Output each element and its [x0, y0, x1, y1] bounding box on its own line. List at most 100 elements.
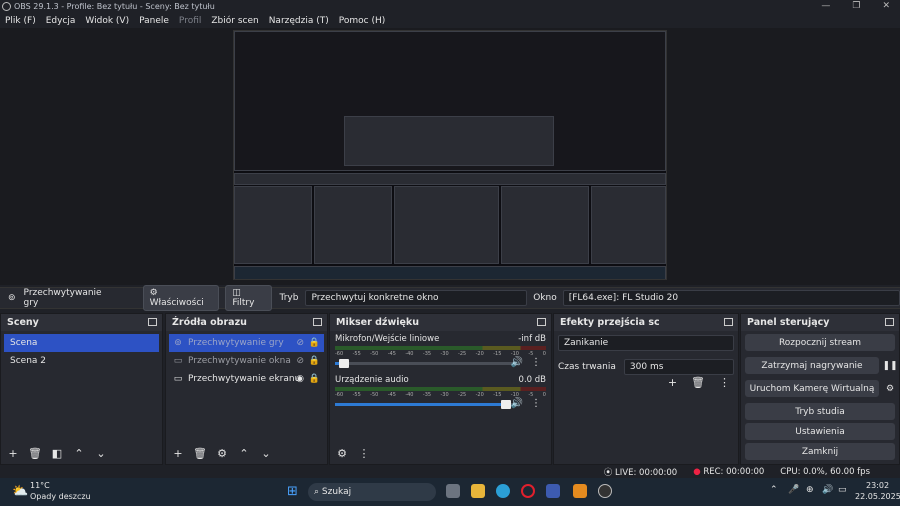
exit-button[interactable]: Zamknij — [745, 443, 895, 460]
duration-spinbox[interactable]: 300 ms — [623, 359, 734, 375]
more-icon[interactable]: ⋮ — [531, 357, 541, 368]
trash-icon[interactable]: 🗑 — [192, 447, 208, 460]
rec-status: ● REC: 00:00:00 — [693, 466, 765, 477]
volume-slider[interactable] — [335, 359, 515, 368]
more-icon[interactable]: ⋮ — [356, 447, 372, 460]
undock-icon[interactable] — [537, 318, 546, 326]
lock-icon[interactable]: 🔒 — [309, 374, 320, 384]
preview-canvas[interactable] — [233, 30, 667, 280]
undock-icon[interactable] — [313, 318, 322, 326]
controls-dock: Panel sterujący Rozpocznij stream Zatrzy… — [740, 313, 900, 465]
advanced-audio-icon[interactable]: ⚙ — [334, 447, 350, 460]
up-icon[interactable]: ⌃ — [71, 447, 87, 460]
window-icon: ▭ — [173, 356, 183, 366]
add-icon[interactable]: + — [170, 447, 186, 460]
audio-meter — [335, 346, 546, 350]
menu-tools[interactable]: Narzędzia (T) — [264, 16, 334, 26]
windows-start-icon[interactable]: ⊞ — [287, 484, 298, 499]
context-bar: ⊚ Przechwytywanie gry ⚙ Właściwości ◫ Fi… — [0, 285, 900, 311]
obs-logo-icon — [2, 2, 11, 11]
battery-icon[interactable]: ▭ — [838, 485, 847, 495]
more-icon[interactable]: ⋮ — [719, 376, 730, 389]
filter-icon[interactable]: ◧ — [49, 447, 65, 460]
lock-icon[interactable]: 🔒 — [309, 356, 320, 366]
up-icon[interactable]: ⌃ — [236, 447, 252, 460]
virtual-camera-button[interactable]: Uruchom Kamerę Wirtualną — [745, 380, 879, 397]
menu-file[interactable]: Plik (F) — [0, 16, 41, 26]
obs-taskbar-icon[interactable] — [598, 484, 612, 498]
close-icon[interactable]: ✕ — [882, 1, 890, 11]
taskbar-search[interactable]: ⌕ Szukaj — [308, 483, 436, 501]
window-select[interactable]: [FL64.exe]: FL Studio 20 — [562, 290, 900, 306]
hidden-icon[interactable]: ⊘ — [296, 338, 304, 348]
studio-mode-button[interactable]: Tryb studia — [745, 403, 895, 420]
source-item[interactable]: ⊚ Przechwytywanie gry ⊘ 🔒 — [169, 334, 324, 352]
hidden-icon[interactable]: ⊘ — [296, 356, 304, 366]
add-icon[interactable]: + — [5, 447, 21, 460]
scenes-title: Sceny — [7, 317, 39, 328]
volume-icon[interactable]: 🔊 — [822, 485, 833, 495]
menu-edit[interactable]: Edycja — [41, 16, 81, 26]
file-explorer-icon[interactable] — [471, 484, 485, 498]
menu-scene-collection[interactable]: Zbiór scen — [206, 16, 263, 26]
nested-controls — [591, 186, 666, 264]
nested-sources — [314, 186, 392, 264]
chevron-up-icon[interactable]: ⌃ — [770, 485, 778, 495]
maximize-icon[interactable]: ❐ — [852, 1, 860, 11]
undock-icon[interactable] — [885, 318, 894, 326]
sources-dock: Źródła obrazu ⊚ Przechwytywanie gry ⊘ 🔒 ▭ Pr… — [165, 313, 328, 465]
menu-help[interactable]: Pomoc (H) — [334, 16, 391, 26]
volume-slider[interactable] — [335, 400, 515, 409]
transition-select[interactable]: Zanikanie — [558, 335, 734, 351]
network-icon[interactable]: ⊕ — [806, 485, 814, 495]
filters-button[interactable]: ◫ Filtry — [225, 285, 272, 311]
start-stream-button[interactable]: Rozpocznij stream — [745, 334, 895, 351]
down-icon[interactable]: ⌄ — [93, 447, 109, 460]
down-icon[interactable]: ⌄ — [258, 447, 274, 460]
pause-icon[interactable]: ❚❚ — [881, 361, 899, 371]
menu-bar: Plik (F) Edycja Widok (V) Panele Profil … — [0, 13, 900, 28]
lock-icon[interactable]: 🔒 — [309, 338, 320, 348]
weather-icon[interactable]: ⛅ — [12, 484, 28, 499]
audio-meter — [335, 387, 546, 391]
controls-title: Panel sterujący — [747, 317, 830, 328]
undock-icon[interactable] — [148, 318, 157, 326]
scene-item[interactable]: Scena 2 — [4, 352, 159, 370]
source-item[interactable]: ▭ Przechwytywanie okna ⊘ 🔒 — [169, 352, 324, 370]
trash-icon[interactable]: 🗑 — [27, 447, 43, 460]
stop-recording-button[interactable]: Zatrzymaj nagrywanie — [745, 357, 879, 374]
selected-source-name: Przechwytywanie gry — [23, 288, 102, 308]
minimize-icon[interactable]: — — [821, 1, 830, 11]
speaker-icon[interactable]: 🔊 — [511, 398, 523, 409]
status-bar: ⦿ LIVE: 00:00:00 ● REC: 00:00:00 CPU: 0.… — [0, 465, 900, 478]
mode-select[interactable]: Przechwytuj konkretne okno — [305, 290, 528, 306]
clock-date[interactable]: 22.05.2025 — [855, 492, 900, 501]
trash-icon[interactable]: 🗑 — [691, 376, 705, 389]
transitions-title: Efekty przejścia sc — [560, 317, 660, 328]
task-view-icon[interactable] — [446, 484, 460, 498]
speaker-icon[interactable]: 🔊 — [511, 357, 523, 368]
add-icon[interactable]: + — [668, 376, 677, 389]
menu-docks[interactable]: Panele — [134, 16, 174, 26]
edge-icon[interactable] — [496, 484, 510, 498]
scene-item[interactable]: Scena — [4, 334, 159, 352]
temperature: 11°C — [30, 481, 50, 490]
more-icon[interactable]: ⋮ — [531, 398, 541, 409]
gear-icon[interactable]: ⚙ — [881, 384, 899, 394]
clock-time[interactable]: 23:02 — [866, 481, 889, 490]
menu-view[interactable]: Widok (V) — [80, 16, 134, 26]
fl-studio-icon[interactable] — [573, 484, 587, 498]
sources-title: Źródła obrazu — [172, 317, 247, 328]
opera-icon[interactable] — [521, 484, 535, 498]
mic-icon[interactable]: 🎤 — [788, 485, 799, 495]
settings-button[interactable]: Ustawienia — [745, 423, 895, 440]
menu-profile[interactable]: Profil — [174, 16, 206, 26]
eye-icon[interactable]: ◉ — [296, 374, 304, 384]
properties-button[interactable]: ⚙ Właściwości — [142, 285, 220, 311]
gear-icon[interactable]: ⚙ — [214, 447, 230, 460]
gamepad-icon: ⊚ — [174, 338, 182, 348]
source-item[interactable]: ▭ Przechwytywanie ekranu ◉ 🔒 — [169, 370, 324, 388]
mixer-dock: Mikser dźwięku Mikrofon/Wejście liniowe -… — [329, 313, 552, 465]
paint-app-icon[interactable] — [546, 484, 560, 498]
undock-icon[interactable] — [724, 318, 733, 326]
